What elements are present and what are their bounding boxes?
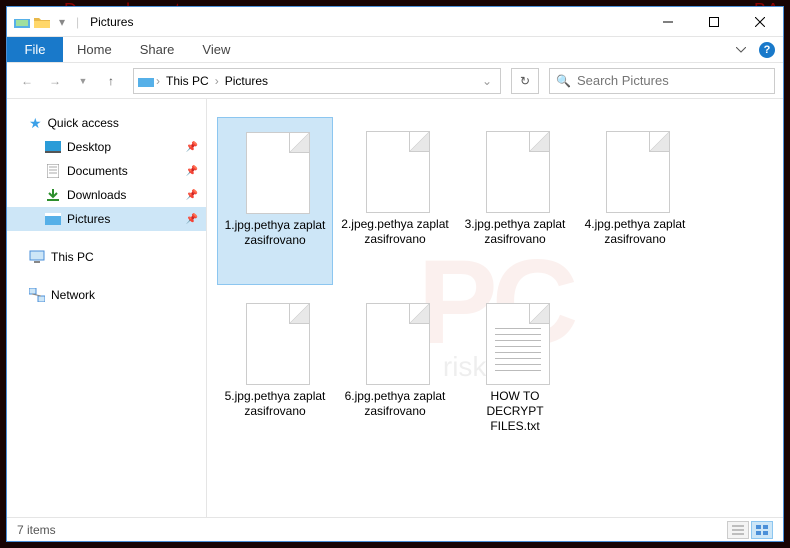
forward-button[interactable]: →	[43, 69, 67, 93]
sidebar-item-pictures[interactable]: Pictures 📌	[7, 207, 206, 231]
body: ★ Quick access Desktop 📌 Documents 📌 Dow…	[7, 99, 783, 517]
file-label: HOW TO DECRYPT FILES.txt	[461, 389, 569, 434]
nav-pane[interactable]: ★ Quick access Desktop 📌 Documents 📌 Dow…	[7, 99, 207, 517]
sidebar-item-network[interactable]: Network	[7, 283, 206, 307]
location-icon	[138, 73, 154, 89]
sidebar-item-label: This PC	[51, 250, 94, 264]
pin-icon: 📌	[186, 214, 198, 225]
status-bar: 7 items	[7, 517, 783, 541]
sidebar-item-label: Quick access	[48, 116, 119, 130]
file-thumbnail	[360, 125, 430, 213]
pin-icon: 📌	[186, 190, 198, 201]
help-button[interactable]: ?	[759, 42, 775, 58]
titlebar: ▾ | Pictures	[7, 7, 783, 37]
file-item[interactable]: 1.jpg.pethya zaplat zasifrovano	[217, 117, 333, 285]
share-tab[interactable]: Share	[126, 37, 189, 62]
file-thumbnail	[240, 126, 310, 214]
chevron-right-icon[interactable]: ›	[156, 74, 160, 88]
back-button[interactable]: ←	[15, 69, 39, 93]
refresh-button[interactable]: ↻	[511, 68, 539, 94]
address-dropdown-icon[interactable]: ⌄	[482, 74, 492, 88]
app-icon	[13, 13, 31, 31]
file-label: 2.jpeg.pethya zaplat zasifrovano	[341, 217, 449, 247]
view-tab[interactable]: View	[188, 37, 244, 62]
qat-dropdown-icon[interactable]: ▾	[53, 13, 71, 31]
sidebar-item-thispc[interactable]: This PC	[7, 245, 206, 269]
file-label: 3.jpg.pethya zaplat zasifrovano	[461, 217, 569, 247]
file-item[interactable]: 2.jpeg.pethya zaplat zasifrovano	[337, 117, 453, 285]
maximize-button[interactable]	[691, 7, 737, 36]
chevron-right-icon[interactable]: ›	[215, 74, 219, 88]
home-tab[interactable]: Home	[63, 37, 126, 62]
file-thumbnail	[480, 125, 550, 213]
ribbon-expand-icon[interactable]	[727, 37, 755, 62]
desktop-icon	[45, 139, 61, 155]
pictures-icon	[45, 211, 61, 227]
file-item[interactable]: 6.jpg.pethya zaplat zasifrovano	[337, 289, 453, 457]
separator: |	[76, 15, 79, 29]
file-thumbnail	[240, 297, 310, 385]
network-icon	[29, 287, 45, 303]
pin-icon: 📌	[186, 166, 198, 177]
recent-locations-icon[interactable]: ▼	[71, 69, 95, 93]
file-label: 1.jpg.pethya zaplat zasifrovano	[222, 218, 328, 248]
file-thumbnail	[600, 125, 670, 213]
file-pane[interactable]: PC risk.com 1.jpg.pethya zaplat zasifrov…	[207, 99, 783, 517]
computer-icon	[29, 249, 45, 265]
breadcrumb-pictures[interactable]: Pictures	[221, 69, 272, 93]
navbar: ← → ▼ ↑ › This PC › Pictures ⌄ ↻ 🔍	[7, 63, 783, 99]
star-icon: ★	[29, 115, 42, 132]
search-icon: 🔍	[556, 74, 571, 88]
file-label: 4.jpg.pethya zaplat zasifrovano	[581, 217, 689, 247]
sidebar-item-label: Documents	[67, 164, 128, 178]
file-label: 5.jpg.pethya zaplat zasifrovano	[221, 389, 329, 419]
file-label: 6.jpg.pethya zaplat zasifrovano	[341, 389, 449, 419]
file-item[interactable]: 4.jpg.pethya zaplat zasifrovano	[577, 117, 693, 285]
address-bar[interactable]: › This PC › Pictures ⌄	[133, 68, 501, 94]
ribbon: File Home Share View ?	[7, 37, 783, 63]
file-item[interactable]: 3.jpg.pethya zaplat zasifrovano	[457, 117, 573, 285]
file-thumbnail	[480, 297, 550, 385]
thumbnails-view-button[interactable]	[751, 521, 773, 539]
sidebar-item-downloads[interactable]: Downloads 📌	[7, 183, 206, 207]
sidebar-item-label: Desktop	[67, 140, 111, 154]
item-count: 7 items	[17, 523, 56, 537]
file-item[interactable]: 5.jpg.pethya zaplat zasifrovano	[217, 289, 333, 457]
sidebar-item-label: Pictures	[67, 212, 110, 226]
downloads-icon	[45, 187, 61, 203]
file-tab[interactable]: File	[7, 37, 63, 62]
sidebar-item-desktop[interactable]: Desktop 📌	[7, 135, 206, 159]
close-button[interactable]	[737, 7, 783, 36]
pin-icon: 📌	[186, 142, 198, 153]
file-item[interactable]: HOW TO DECRYPT FILES.txt	[457, 289, 573, 457]
up-button[interactable]: ↑	[99, 69, 123, 93]
search-box[interactable]: 🔍	[549, 68, 775, 94]
folder-icon	[33, 13, 51, 31]
minimize-button[interactable]	[645, 7, 691, 36]
sidebar-item-label: Network	[51, 288, 95, 302]
breadcrumb-thispc[interactable]: This PC	[162, 69, 213, 93]
window-title: Pictures	[90, 15, 133, 29]
documents-icon	[45, 163, 61, 179]
sidebar-item-quickaccess[interactable]: ★ Quick access	[7, 111, 206, 135]
search-input[interactable]	[577, 73, 768, 88]
details-view-button[interactable]	[727, 521, 749, 539]
explorer-window: ▾ | Pictures File Home Share View ? ← → …	[6, 6, 784, 542]
sidebar-item-documents[interactable]: Documents 📌	[7, 159, 206, 183]
sidebar-item-label: Downloads	[67, 188, 126, 202]
file-thumbnail	[360, 297, 430, 385]
